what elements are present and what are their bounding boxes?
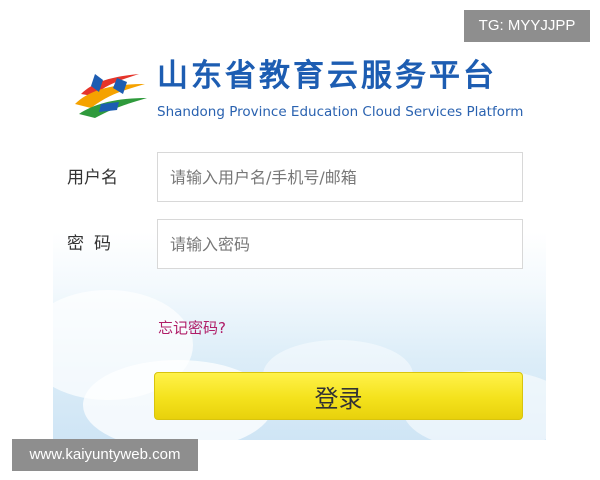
username-input[interactable] bbox=[157, 152, 523, 202]
platform-title-en: Shandong Province Education Cloud Servic… bbox=[157, 104, 524, 120]
shandong-edu-cloud-logo-icon bbox=[75, 74, 147, 118]
login-button[interactable]: 登录 bbox=[154, 372, 523, 420]
site-watermark-tag: www.kaiyuntyweb.com bbox=[12, 439, 198, 471]
platform-title-cn: 山东省教育云服务平台 bbox=[157, 58, 497, 94]
password-label: 密码 bbox=[67, 234, 121, 254]
username-label: 用户名 bbox=[67, 168, 118, 188]
password-input[interactable] bbox=[157, 219, 523, 269]
tg-watermark-tag: TG: MYYJJPP bbox=[464, 10, 590, 42]
forgot-password-link[interactable]: 忘记密码? bbox=[158, 317, 226, 339]
